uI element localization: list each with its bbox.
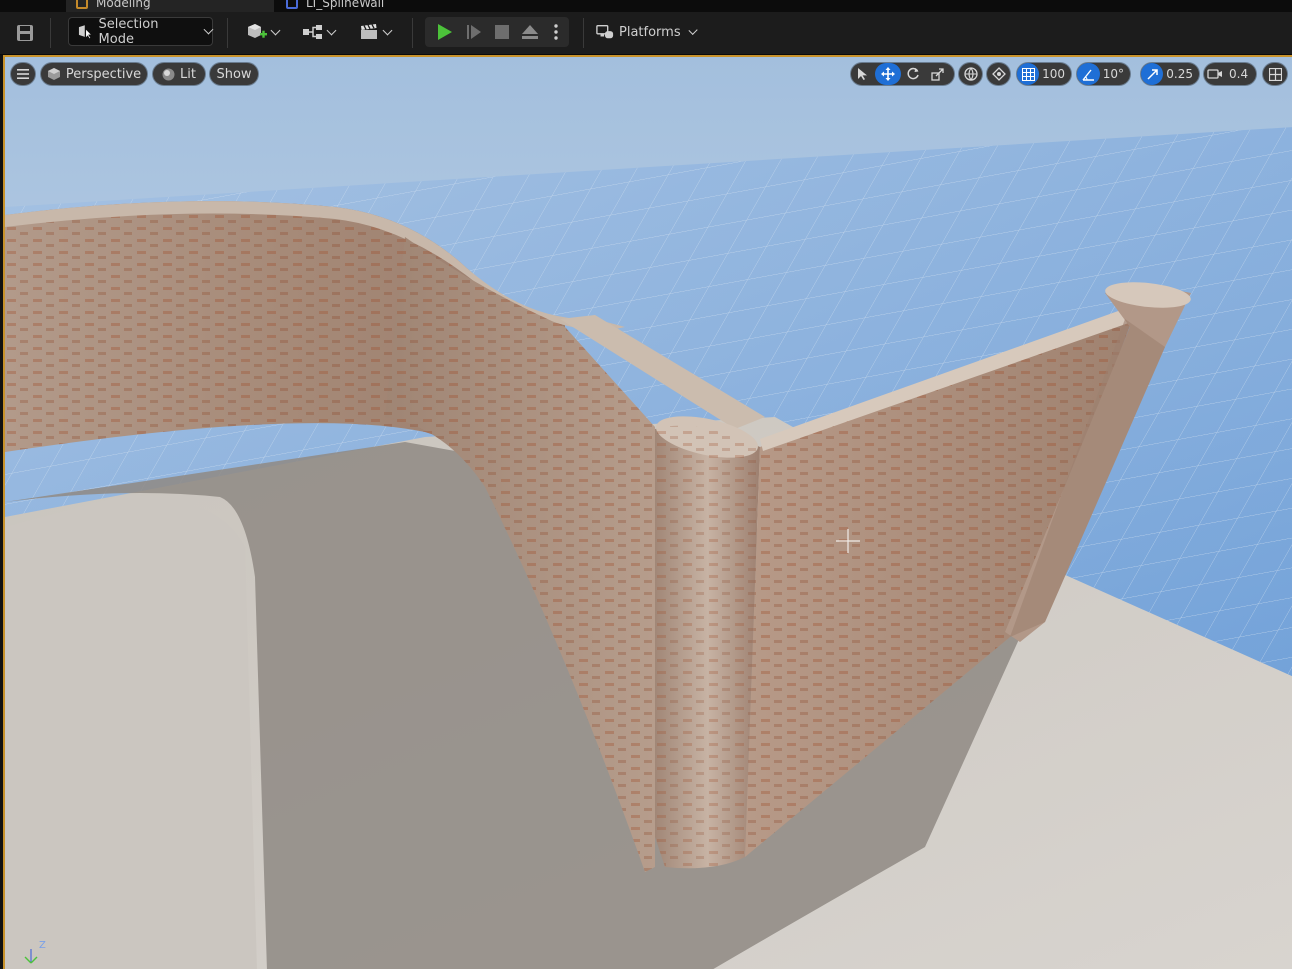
scale-snap-toggle[interactable] bbox=[1141, 63, 1164, 85]
play-button[interactable] bbox=[431, 20, 457, 44]
globe-icon bbox=[963, 67, 978, 81]
eject-button[interactable] bbox=[517, 20, 543, 44]
camera-speed-control[interactable]: 0.4 bbox=[1204, 63, 1256, 85]
tab-label: Modeling bbox=[96, 0, 151, 10]
select-tool-button[interactable] bbox=[851, 63, 875, 85]
selection-mode-dropdown[interactable]: Selection Mode bbox=[68, 16, 214, 47]
camera-speed-value: 0.4 bbox=[1229, 67, 1249, 81]
cursor-icon bbox=[78, 24, 93, 39]
play-options-button[interactable] bbox=[548, 20, 564, 44]
grid-snap-control[interactable]: 100 bbox=[1017, 63, 1071, 85]
lit-sphere-icon bbox=[162, 68, 175, 80]
platforms-icon bbox=[596, 25, 614, 39]
perspective-label: Perspective bbox=[65, 66, 142, 82]
scale-tool-button[interactable] bbox=[925, 63, 949, 85]
chevron-down-icon bbox=[326, 25, 336, 35]
move-arrows-icon bbox=[881, 67, 895, 81]
save-icon bbox=[17, 25, 33, 41]
grid-icon bbox=[1021, 67, 1035, 81]
cube-icon bbox=[47, 68, 60, 80]
tab-modeling[interactable]: Modeling bbox=[66, 0, 274, 12]
stop-icon bbox=[495, 25, 509, 39]
chevron-down-icon bbox=[203, 24, 214, 35]
grid-snap-value: 100 bbox=[1042, 67, 1065, 81]
surface-snapping-button[interactable] bbox=[987, 63, 1010, 85]
chevron-down-icon bbox=[270, 25, 280, 35]
advance-frame-button[interactable] bbox=[461, 20, 487, 44]
scale-arrow-icon bbox=[1147, 68, 1158, 80]
add-cube-icon bbox=[247, 24, 267, 38]
chevron-down-icon bbox=[688, 25, 698, 35]
angle-icon bbox=[1082, 69, 1094, 81]
blueprint-button[interactable] bbox=[296, 18, 340, 46]
scale-icon bbox=[930, 67, 944, 81]
show-label: Show bbox=[216, 66, 252, 82]
perspective-dropdown[interactable]: Perspective bbox=[41, 63, 147, 85]
selection-mode-label: Selection Mode bbox=[98, 16, 159, 47]
rotate-icon bbox=[907, 67, 919, 80]
cinematics-button[interactable] bbox=[352, 18, 396, 46]
lit-dropdown[interactable]: Lit bbox=[153, 63, 205, 85]
tab-label: LI_SplineWall bbox=[306, 0, 385, 10]
chevron-down-icon bbox=[382, 25, 392, 35]
eject-icon bbox=[522, 25, 538, 39]
skip-forward-icon bbox=[467, 25, 481, 39]
translate-tool-button[interactable] bbox=[875, 63, 901, 85]
viewport-scene[interactable] bbox=[5, 57, 1292, 969]
editor-tab-bar: Modeling LI_SplineWall bbox=[0, 0, 1292, 12]
axis-gizmo: Z bbox=[24, 940, 46, 964]
rotation-snap-toggle[interactable] bbox=[1077, 63, 1100, 85]
platforms-dropdown[interactable]: Platforms bbox=[596, 18, 698, 46]
play-icon bbox=[438, 24, 452, 40]
tab-li-splinewall[interactable]: LI_SplineWall bbox=[286, 0, 446, 12]
layout-grid-icon bbox=[1268, 67, 1282, 81]
blueprint-nodes-icon bbox=[302, 25, 322, 39]
world-local-toggle[interactable] bbox=[959, 63, 982, 85]
save-button[interactable] bbox=[12, 20, 38, 46]
rotate-tool-button[interactable] bbox=[901, 63, 925, 85]
grid-snap-toggle[interactable] bbox=[1017, 63, 1040, 85]
level-icon bbox=[76, 0, 88, 9]
axis-z-label: Z bbox=[39, 940, 46, 951]
add-actor-button[interactable] bbox=[240, 18, 284, 46]
main-toolbar: Selection Mode Platforms bbox=[0, 12, 1292, 55]
camera-icon bbox=[1207, 69, 1222, 79]
surface-snap-icon bbox=[991, 67, 1006, 81]
transform-tools bbox=[851, 63, 954, 85]
platforms-label: Platforms bbox=[619, 24, 681, 40]
stop-button[interactable] bbox=[489, 20, 515, 44]
blueprint-icon bbox=[286, 0, 298, 9]
scale-snap-value: 0.25 bbox=[1166, 67, 1193, 81]
level-viewport[interactable]: Perspective Lit Show 100 10° 0.25 0.4 Z bbox=[3, 55, 1292, 969]
clapperboard-icon bbox=[360, 24, 377, 39]
lit-label: Lit bbox=[180, 66, 196, 82]
viewport-menu-button[interactable] bbox=[11, 63, 35, 85]
viewport-layout-button[interactable] bbox=[1263, 63, 1287, 85]
scale-snap-control[interactable]: 0.25 bbox=[1141, 63, 1199, 85]
show-dropdown[interactable]: Show bbox=[210, 63, 258, 85]
camera-speed-icon-wrap bbox=[1204, 63, 1226, 85]
rotation-snap-control[interactable]: 10° bbox=[1077, 63, 1130, 85]
hamburger-icon bbox=[17, 69, 29, 79]
more-vertical-icon bbox=[554, 24, 558, 40]
cursor-arrow-icon bbox=[858, 68, 867, 80]
rotation-snap-value: 10° bbox=[1102, 67, 1124, 81]
